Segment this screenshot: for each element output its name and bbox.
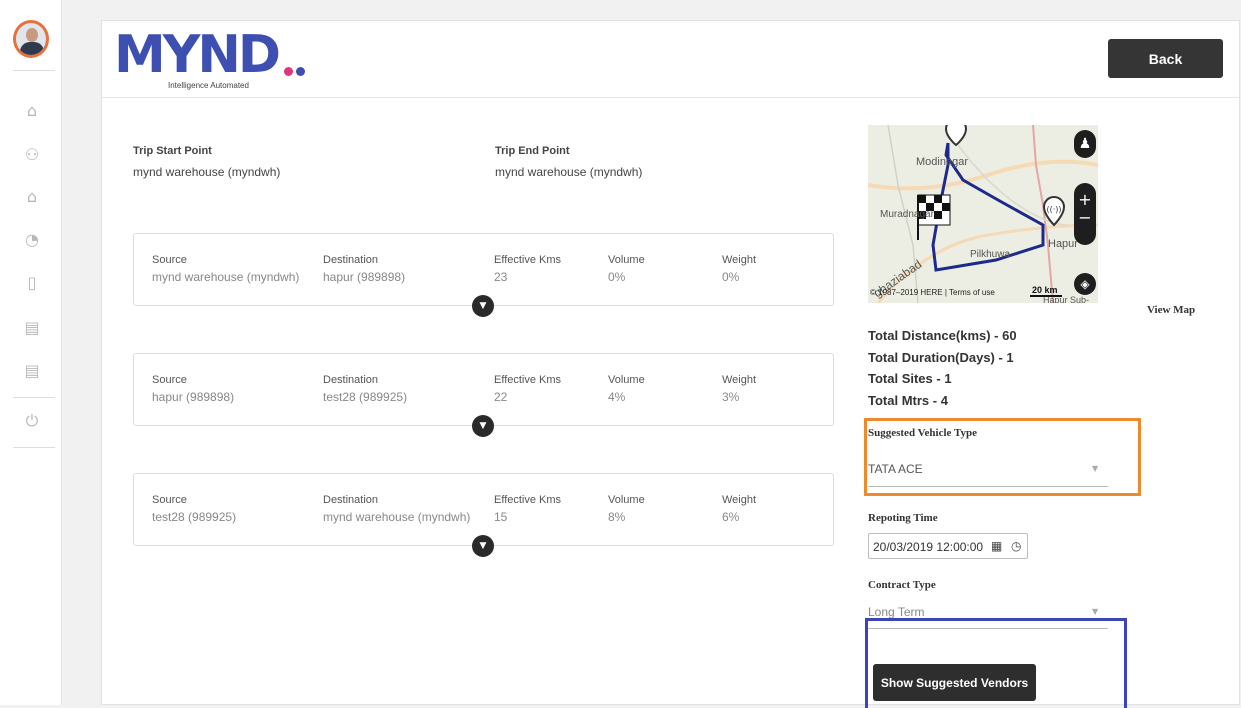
- sidebar-divider: [13, 447, 55, 448]
- card-icon[interactable]: ▤: [22, 361, 42, 381]
- expand-chevron-icon[interactable]: ▼: [472, 415, 494, 437]
- pegman-icon[interactable]: ♟: [1074, 130, 1096, 158]
- map-canvas: ((·)) Modinagar Muradnagar Pilkhuwa Hapu…: [868, 125, 1098, 303]
- destination-label: Destination: [323, 254, 379, 266]
- reporting-time-value: 20/03/2019 12:00:00: [873, 540, 984, 554]
- volume-value: 4%: [608, 390, 626, 404]
- route-map[interactable]: ((·)) Modinagar Muradnagar Pilkhuwa Hapu…: [868, 125, 1098, 303]
- home-icon[interactable]: ⌂: [22, 187, 42, 207]
- history-icon[interactable]: ◔: [22, 230, 42, 250]
- source-value: mynd warehouse (myndwh): [152, 270, 300, 284]
- volume-label: Volume: [608, 374, 645, 386]
- destination-value: hapur (989898): [323, 270, 406, 284]
- destination-value: test28 (989925): [323, 390, 408, 404]
- avatar[interactable]: [13, 20, 49, 58]
- document-icon[interactable]: ▯: [22, 273, 42, 293]
- source-label: Source: [152, 254, 187, 266]
- sidebar-divider: [13, 70, 55, 71]
- vehicle-type-label: Suggested Vehicle Type: [868, 427, 977, 439]
- home-icon[interactable]: ⌂: [22, 101, 42, 121]
- main-card: MYND Intelligence Automated Back Trip St…: [101, 20, 1240, 708]
- layers-icon[interactable]: ◈: [1074, 273, 1096, 295]
- calendar-icon[interactable]: ▦: [991, 539, 1002, 553]
- dropdown-caret-icon[interactable]: ▼: [1092, 607, 1098, 616]
- weight-label: Weight: [722, 254, 757, 266]
- total-distance: Total Distance(kms) - 60: [868, 328, 1017, 343]
- expand-chevron-icon[interactable]: ▼: [472, 295, 494, 317]
- reporting-time-input[interactable]: 20/03/2019 12:00:00 ▦ ◷: [868, 533, 1028, 559]
- map-scale: 20 km: [1032, 285, 1058, 295]
- leg-card: Source hapur (989898) Destination test28 (…: [133, 353, 834, 437]
- total-duration: Total Duration(Days) - 1: [868, 349, 1014, 365]
- total-sites: Total Sites - 1: [868, 371, 952, 386]
- map-label: Pilkhuwa: [970, 249, 1010, 260]
- kms-label: Effective Kms: [494, 254, 562, 266]
- map-label: Hapur: [1048, 238, 1078, 250]
- expand-chevron-icon[interactable]: ▼: [472, 535, 494, 557]
- source-label: Source: [152, 494, 187, 506]
- sidebar: ⌂ ⚇ ⌂ ◔ ▯ ▤ ▤ ⏻: [0, 0, 62, 705]
- trip-start-label: Trip Start Point: [133, 145, 212, 157]
- svg-text:((·)): ((·)): [1046, 205, 1061, 214]
- clock-icon[interactable]: ◷: [1011, 539, 1021, 553]
- logo-text: MYND: [114, 25, 281, 85]
- power-icon[interactable]: ⏻: [22, 411, 42, 431]
- map-label: Muradnagar: [880, 209, 935, 220]
- leg-card: Source mynd warehouse (myndwh) Destinatio…: [133, 233, 834, 317]
- map-label: Modinagar: [916, 156, 968, 168]
- map-copyright: © 1987–2019 HERE | Terms of use: [870, 288, 995, 297]
- trip-end-value: mynd warehouse (myndwh): [495, 165, 643, 179]
- trip-end: Trip End Point mynd warehouse (myndwh): [495, 145, 642, 179]
- trip-start: Trip Start Point mynd warehouse (myndwh): [133, 145, 280, 179]
- logo-dot-blue: [296, 67, 305, 76]
- trip-end-label: Trip End Point: [495, 145, 570, 157]
- source-value: hapur (989898): [152, 390, 235, 404]
- header: MYND Intelligence Automated Back: [102, 21, 1239, 98]
- select-underline: [868, 486, 1108, 487]
- weight-label: Weight: [722, 494, 757, 506]
- kms-value: 22: [494, 390, 508, 404]
- kms-label: Effective Kms: [494, 494, 562, 506]
- volume-value: 8%: [608, 510, 626, 524]
- vehicle-type-select[interactable]: TATA ACE: [868, 462, 923, 476]
- contract-type-select[interactable]: Long Term: [868, 605, 924, 619]
- weight-value: 3%: [722, 390, 740, 404]
- zoom-controls[interactable]: + −: [1074, 183, 1096, 245]
- weight-value: 6%: [722, 510, 740, 524]
- source-label: Source: [152, 374, 187, 386]
- leg-card: Source test28 (989925) Destination mynd wa…: [133, 473, 834, 557]
- logo-tagline: Intelligence Automated: [168, 81, 249, 90]
- total-mtrs: Total Mtrs - 4: [868, 392, 948, 408]
- volume-value: 0%: [608, 270, 626, 284]
- back-button[interactable]: Back: [1108, 39, 1223, 78]
- sidebar-divider: [13, 397, 55, 398]
- volume-label: Volume: [608, 494, 645, 506]
- kms-value: 15: [494, 510, 508, 524]
- reporting-time-label: Repoting Time: [868, 512, 938, 524]
- kms-label: Effective Kms: [494, 374, 562, 386]
- logo: MYND Intelligence Automated: [114, 25, 305, 93]
- view-map-link[interactable]: View Map: [1147, 304, 1195, 316]
- weight-label: Weight: [722, 374, 757, 386]
- kms-value: 23: [494, 270, 508, 284]
- contract-type-label: Contract Type: [868, 579, 936, 591]
- destination-label: Destination: [323, 494, 379, 506]
- destination-label: Destination: [323, 374, 379, 386]
- volume-label: Volume: [608, 254, 645, 266]
- dropdown-caret-icon[interactable]: ▼: [1092, 464, 1098, 473]
- trip-stats: Total Distance(kms) - 60 Total Duration(…: [868, 325, 1017, 411]
- destination-value: mynd warehouse (myndwh): [323, 510, 471, 524]
- org-chart-icon[interactable]: ⚇: [22, 145, 42, 165]
- logo-dot-pink: [284, 67, 293, 76]
- card-icon[interactable]: ▤: [22, 318, 42, 338]
- show-suggested-vendors-button[interactable]: Show Suggested Vendors: [873, 664, 1036, 701]
- trip-start-value: mynd warehouse (myndwh): [133, 165, 281, 179]
- weight-value: 0%: [722, 270, 740, 284]
- source-value: test28 (989925): [152, 510, 237, 524]
